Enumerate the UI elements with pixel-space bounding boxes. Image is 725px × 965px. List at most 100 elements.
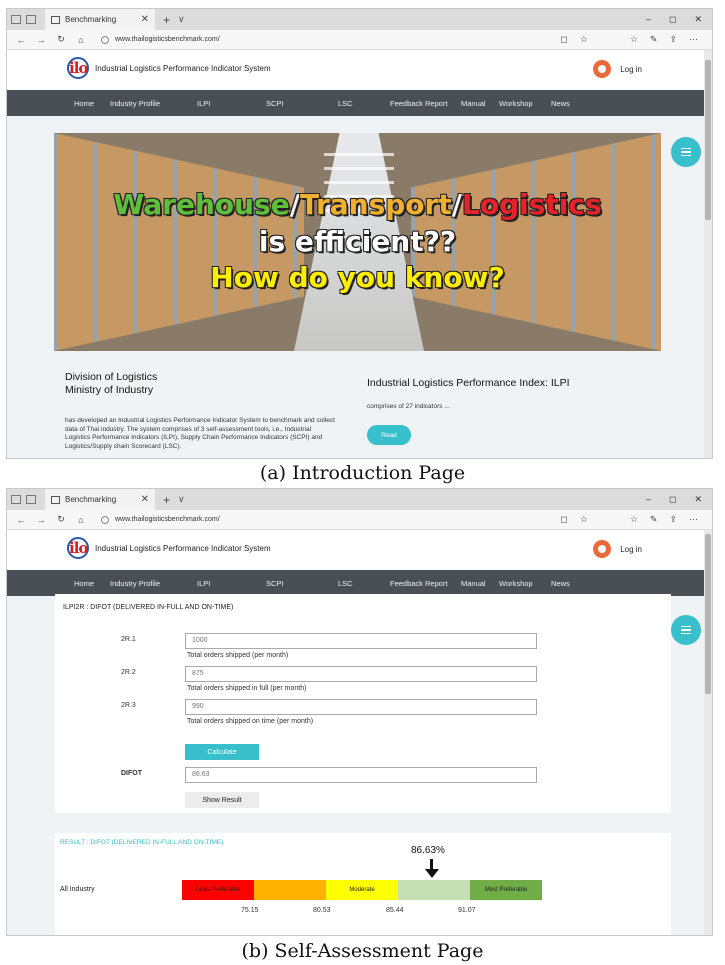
main-navbar: Home Industry Profile ILPI SCPI LSC Feed… — [7, 90, 712, 116]
scrollbar-thumb[interactable] — [705, 534, 711, 694]
nav-workshop[interactable]: Workshop — [499, 99, 533, 108]
nav-scpi[interactable]: SCPI — [266, 99, 284, 108]
input-2r3[interactable]: 990 — [185, 699, 537, 715]
nav-lsc[interactable]: LSC — [338, 99, 353, 108]
nav-industry-profile[interactable]: Industry Profile — [110, 579, 160, 588]
intro-description: has developed an Industrial Logistics Pe… — [65, 417, 335, 450]
window-controls: – ◻ ✕ — [646, 494, 712, 505]
minimize-button[interactable]: – — [646, 14, 651, 25]
url-text: www.thailogisticsbenchmark.com/ — [115, 516, 220, 523]
difot-output[interactable]: 86.63 — [185, 767, 537, 783]
caption-a: (a) Introduction Page — [259, 462, 466, 484]
share-icon[interactable]: ⇪ — [669, 514, 677, 525]
favorites-hub-icon[interactable]: ☆ — [630, 34, 638, 45]
row-code: 2R.2 — [121, 669, 136, 676]
benchmark-scale: Least Preferable Moderate Most Preferabl… — [182, 880, 542, 900]
hero-word-logistics: Logistics — [461, 188, 602, 221]
tab-close-icon[interactable]: ✕ — [141, 494, 149, 505]
nav-scpi[interactable]: SCPI — [266, 579, 284, 588]
nav-feedback-report[interactable]: Feedback Report — [390, 579, 448, 588]
minimize-button[interactable]: – — [646, 494, 651, 505]
nav-workshop[interactable]: Workshop — [499, 579, 533, 588]
login-link[interactable]: Log in — [593, 60, 642, 78]
login-label: Log in — [620, 64, 642, 74]
back-button[interactable]: ← — [13, 35, 29, 45]
site-logo[interactable]: ilo — [65, 56, 91, 82]
nav-news[interactable]: News — [551, 99, 570, 108]
nav-lsc[interactable]: LSC — [338, 579, 353, 588]
new-tab-button[interactable]: + — [163, 493, 170, 507]
browser-window-intro: Benchmarking ✕ + ∨ – ◻ ✕ ← → ↻ ⌂ www.tha… — [6, 8, 713, 459]
share-icon[interactable]: ⇪ — [669, 34, 677, 45]
tab-bar: Benchmarking ✕ + ∨ – ◻ ✕ — [7, 489, 712, 510]
menu-fab-button[interactable] — [671, 615, 701, 645]
url-field[interactable]: www.thailogisticsbenchmark.com/ — [101, 515, 560, 524]
nav-ilpi[interactable]: ILPI — [197, 579, 210, 588]
browser-tools: ◻ ☆ ☆ ✎ ⇪ ⋯ — [560, 34, 706, 45]
ilpi-section: Industrial Logistics Performance Index: … — [367, 377, 687, 410]
favorite-star-icon[interactable]: ☆ — [580, 34, 588, 45]
browser-tab[interactable]: Benchmarking ✕ — [45, 9, 155, 30]
web-note-icon[interactable]: ✎ — [650, 514, 658, 525]
caption-b: (b) Self-Assessment Page — [241, 940, 484, 962]
forward-button[interactable]: → — [33, 35, 49, 45]
tabs-aside-icon[interactable] — [26, 15, 36, 24]
nav-manual[interactable]: Manual — [461, 579, 486, 588]
more-icon[interactable]: ⋯ — [689, 514, 698, 525]
tab-list-chevron-icon[interactable]: ∨ — [178, 494, 185, 505]
tabs-aside-icon[interactable] — [26, 495, 36, 504]
site-info-icon[interactable] — [101, 35, 109, 44]
input-2r2[interactable]: 875 — [185, 666, 537, 682]
site-info-icon[interactable] — [101, 515, 109, 524]
show-result-button[interactable]: Show Result — [185, 792, 259, 808]
tab-actions-icon[interactable] — [11, 495, 21, 504]
home-button[interactable]: ⌂ — [73, 35, 89, 45]
browser-tools: ◻ ☆ ☆ ✎ ⇪ ⋯ — [560, 514, 706, 525]
url-field[interactable]: www.thailogisticsbenchmark.com/ — [101, 35, 560, 44]
scrollbar-thumb[interactable] — [705, 60, 711, 220]
nav-manual[interactable]: Manual — [461, 99, 486, 108]
tab-close-icon[interactable]: ✕ — [141, 14, 149, 25]
nav-home[interactable]: Home — [74, 579, 94, 588]
input-2r1[interactable]: 1000 — [185, 633, 537, 649]
favorites-hub-icon[interactable]: ☆ — [630, 514, 638, 525]
more-icon[interactable]: ⋯ — [689, 34, 698, 45]
page-scrollbar[interactable] — [704, 50, 712, 458]
reading-view-icon[interactable]: ◻ — [560, 514, 567, 525]
reading-view-icon[interactable]: ◻ — [560, 34, 567, 45]
hero-word-transport: Transport — [299, 188, 452, 221]
favorite-star-icon[interactable]: ☆ — [580, 514, 588, 525]
maximize-button[interactable]: ◻ — [669, 494, 676, 505]
result-heading: RESULT : DIFOT (DELIVERED IN-FULL AND ON… — [60, 839, 224, 846]
login-link[interactable]: Log in — [593, 540, 642, 558]
page-scrollbar[interactable] — [704, 530, 712, 935]
nav-feedback-report[interactable]: Feedback Report — [390, 99, 448, 108]
new-tab-button[interactable]: + — [163, 13, 170, 27]
read-button[interactable]: Read — [367, 425, 411, 445]
nav-ilpi[interactable]: ILPI — [197, 99, 210, 108]
nav-news[interactable]: News — [551, 579, 570, 588]
home-button[interactable]: ⌂ — [73, 515, 89, 525]
close-window-button[interactable]: ✕ — [694, 14, 702, 25]
refresh-button[interactable]: ↻ — [53, 34, 69, 45]
back-button[interactable]: ← — [13, 515, 29, 525]
web-note-icon[interactable]: ✎ — [650, 34, 658, 45]
forward-button[interactable]: → — [33, 515, 49, 525]
site-title: Industrial Logistics Performance Indicat… — [95, 64, 271, 73]
scale-tick: 91.07 — [458, 907, 476, 914]
nav-home[interactable]: Home — [74, 99, 94, 108]
user-icon — [593, 540, 612, 558]
site-logo[interactable]: ilo — [65, 536, 91, 562]
nav-industry-profile[interactable]: Industry Profile — [110, 99, 160, 108]
down-arrow-icon — [425, 859, 439, 879]
hero-word-warehouse: Warehouse — [113, 188, 290, 221]
tab-actions-icon[interactable] — [11, 15, 21, 24]
calculate-button[interactable]: Calculate — [185, 744, 259, 760]
browser-tab[interactable]: Benchmarking ✕ — [45, 489, 155, 510]
close-window-button[interactable]: ✕ — [694, 494, 702, 505]
tab-list-chevron-icon[interactable]: ∨ — [178, 14, 185, 25]
refresh-button[interactable]: ↻ — [53, 514, 69, 525]
maximize-button[interactable]: ◻ — [669, 14, 676, 25]
hero-line-3: How do you know? — [210, 261, 505, 294]
menu-fab-button[interactable] — [671, 137, 701, 167]
